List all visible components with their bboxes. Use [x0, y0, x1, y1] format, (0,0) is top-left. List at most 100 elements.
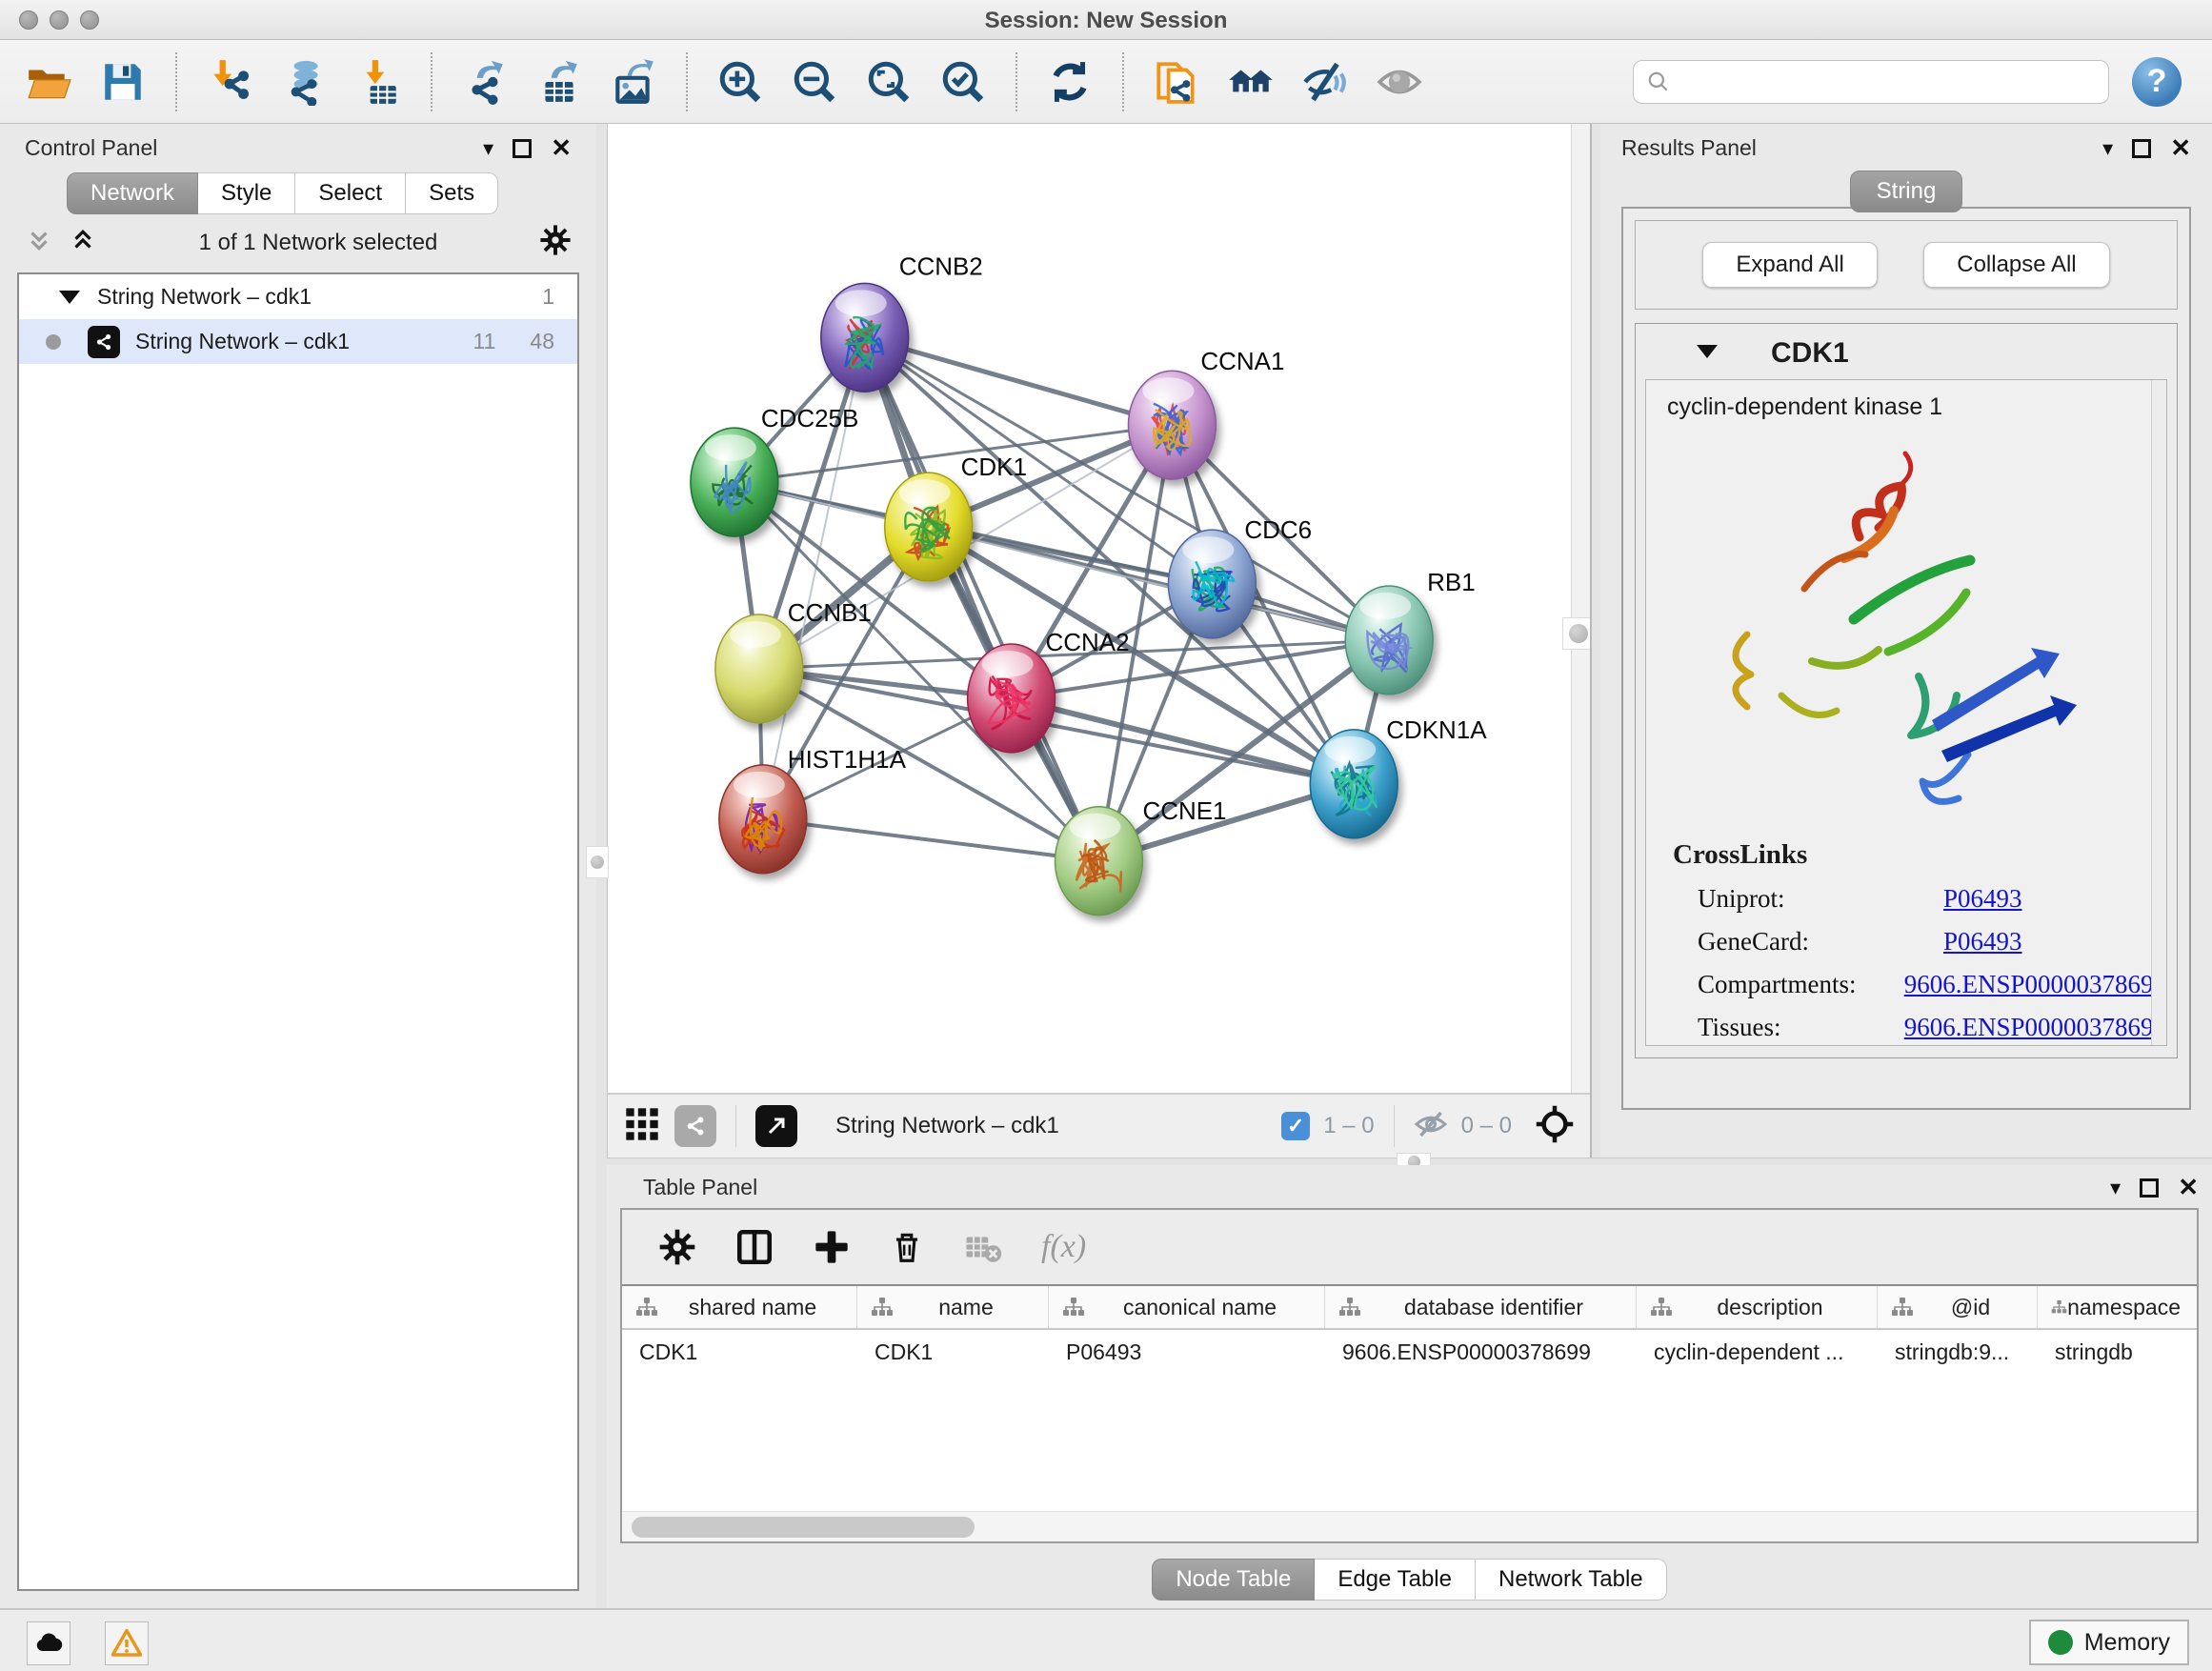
birds-eye-view-icon[interactable] [623, 1105, 661, 1148]
network-node-CCNA1[interactable]: CCNA1 [1128, 347, 1284, 479]
cloud-status-button[interactable] [27, 1621, 70, 1665]
title-bar: Session: New Session [0, 0, 2212, 40]
network-node-CDK1[interactable]: CDK1 [885, 453, 1027, 581]
delete-column-icon[interactable] [889, 1229, 925, 1265]
expand-all-button[interactable]: Expand All [1702, 242, 1877, 288]
panel-collapse-icon[interactable]: ▾ [2110, 1176, 2121, 1200]
collapse-all-networks-icon[interactable] [25, 226, 53, 259]
table-cell[interactable]: CDK1 [622, 1330, 857, 1375]
results-vscrollbar[interactable] [2151, 380, 2166, 1045]
table-cell[interactable]: cyclin-dependent ... [1637, 1330, 1878, 1375]
edge-CCNB2-CCNE1[interactable] [865, 337, 1099, 860]
tab-select[interactable]: Select [295, 172, 406, 214]
collapse-all-button[interactable]: Collapse All [1923, 242, 2109, 288]
tab-network-table[interactable]: Network Table [1476, 1559, 1667, 1601]
zoom-out-icon[interactable] [789, 56, 840, 108]
table-cell[interactable]: stringdb [2038, 1330, 2190, 1375]
network-vscrollbar[interactable] [1571, 124, 1590, 1093]
create-column-icon[interactable] [813, 1228, 851, 1266]
export-table-icon[interactable] [533, 56, 585, 108]
entry-expander-icon[interactable] [1697, 345, 1718, 363]
import-network-database-icon[interactable] [278, 56, 330, 108]
table-cell[interactable]: stringdb:9... [1878, 1330, 2038, 1375]
crosslink-link[interactable]: P06493 [1943, 884, 2022, 914]
table-cell[interactable]: CDK1 [857, 1330, 1049, 1375]
show-columns-icon[interactable] [734, 1227, 774, 1267]
zoom-selected-icon[interactable] [937, 56, 989, 108]
panel-collapse-icon[interactable]: ▾ [483, 136, 493, 161]
search-input[interactable] [1633, 60, 2109, 104]
network-share-badge-icon[interactable] [674, 1105, 716, 1147]
column-header--id[interactable]: @id [1878, 1286, 2038, 1328]
panel-close-icon[interactable]: ✕ [2170, 133, 2191, 163]
network-node-HIST1H1A[interactable]: HIST1H1A [719, 745, 907, 874]
network-canvas[interactable]: CCNB2CCNA1CDC25BCDK1CDC6RB1CCNB1CCNA2CDK… [607, 124, 1590, 1093]
column-header-description[interactable]: description [1637, 1286, 1878, 1328]
table-cell[interactable]: 9606.ENSP00000378699 [1325, 1330, 1637, 1375]
memory-button[interactable]: Memory [2029, 1620, 2189, 1665]
network-row[interactable]: String Network – cdk1 11 48 [19, 319, 577, 364]
tab-network[interactable]: Network [67, 172, 198, 214]
tab-style[interactable]: Style [198, 172, 295, 214]
results-panel-title: Results Panel [1621, 135, 1757, 161]
hscrollbar-thumb[interactable] [632, 1517, 975, 1538]
function-builder-icon[interactable]: f(x) [1041, 1229, 1086, 1265]
network-node-RB1[interactable]: RB1 [1345, 568, 1475, 695]
show-glasspane-icon[interactable] [1374, 56, 1425, 108]
open-session-icon[interactable] [23, 56, 74, 108]
table-hscrollbar[interactable] [622, 1511, 2197, 1541]
column-header-canonical-name[interactable]: canonical name [1049, 1286, 1325, 1328]
crosslink-link[interactable]: 9606.ENSP00000378699 [1904, 1013, 2166, 1042]
string-results-actions: Expand All Collapse All [1635, 220, 2178, 310]
save-session-icon[interactable] [97, 56, 149, 108]
hide-glasspane-icon[interactable] [1299, 56, 1351, 108]
selected-checkbox-icon[interactable]: ✓ [1281, 1112, 1310, 1140]
edge-HIST1H1A-CCNE1[interactable] [763, 819, 1099, 861]
network-node-CCNE1[interactable]: CCNE1 [1056, 796, 1227, 916]
network-node-CDC6[interactable]: CDC6 [1168, 515, 1312, 638]
help-icon[interactable]: ? [2132, 57, 2182, 107]
string-home-icon[interactable] [1225, 56, 1277, 108]
export-network-icon[interactable] [459, 56, 511, 108]
table-options-gear-icon[interactable] [658, 1228, 696, 1266]
network-collection-row[interactable]: String Network – cdk1 1 [19, 274, 577, 319]
hidden-eye-slash-icon[interactable] [1414, 1107, 1448, 1146]
import-network-file-icon[interactable] [204, 56, 255, 108]
warning-status-button[interactable] [105, 1621, 149, 1665]
zoom-in-icon[interactable] [714, 56, 766, 108]
network-node-CDKN1A[interactable]: CDKN1A [1310, 715, 1487, 838]
open-in-new-window-icon[interactable] [755, 1105, 797, 1147]
panel-close-icon[interactable]: ✕ [551, 133, 572, 163]
column-header-namespace[interactable]: namespace [2038, 1286, 2190, 1328]
crosslink-link[interactable]: P06493 [1943, 927, 2022, 956]
network-options-gear-icon[interactable] [539, 224, 572, 261]
tab-edge-table[interactable]: Edge Table [1315, 1559, 1476, 1601]
panel-collapse-icon[interactable]: ▾ [2102, 136, 2113, 161]
tree-expander-icon[interactable] [59, 291, 80, 304]
column-header-name[interactable]: name [857, 1286, 1049, 1328]
crosslink-link[interactable]: 9606.ENSP00000378699 [1904, 970, 2166, 999]
tab-sets[interactable]: Sets [406, 172, 498, 214]
tab-node-table[interactable]: Node Table [1152, 1559, 1315, 1601]
table-cell[interactable]: P06493 [1049, 1330, 1325, 1375]
refresh-icon[interactable] [1044, 56, 1096, 108]
column-header-database-identifier[interactable]: database identifier [1325, 1286, 1637, 1328]
table-row[interactable]: CDK1CDK1P064939606.ENSP00000378699cyclin… [622, 1330, 2197, 1375]
expand-all-networks-icon[interactable] [69, 226, 97, 259]
fit-selection-crosshair-icon[interactable] [1535, 1104, 1575, 1149]
panel-float-icon[interactable] [2140, 1178, 2159, 1198]
string-network-graph[interactable]: CCNB2CCNA1CDC25BCDK1CDC6RB1CCNB1CCNA2CDK… [608, 124, 1590, 1093]
panel-float-icon[interactable] [2132, 139, 2151, 158]
delete-table-icon[interactable] [963, 1227, 1003, 1267]
zoom-fit-icon[interactable] [863, 56, 915, 108]
export-image-icon[interactable] [608, 56, 659, 108]
clone-network-icon[interactable] [1151, 56, 1202, 108]
panel-float-icon[interactable] [513, 139, 532, 158]
panel-close-icon[interactable]: ✕ [2178, 1173, 2199, 1202]
control-splitter-knob[interactable] [586, 846, 609, 878]
import-table-file-icon[interactable] [352, 56, 404, 108]
results-splitter[interactable] [1590, 124, 1600, 1158]
column-header-shared-name[interactable]: shared name [622, 1286, 857, 1328]
tab-string[interactable]: String [1850, 171, 1962, 212]
network-node-CCNB1[interactable]: CCNB1 [715, 598, 872, 723]
